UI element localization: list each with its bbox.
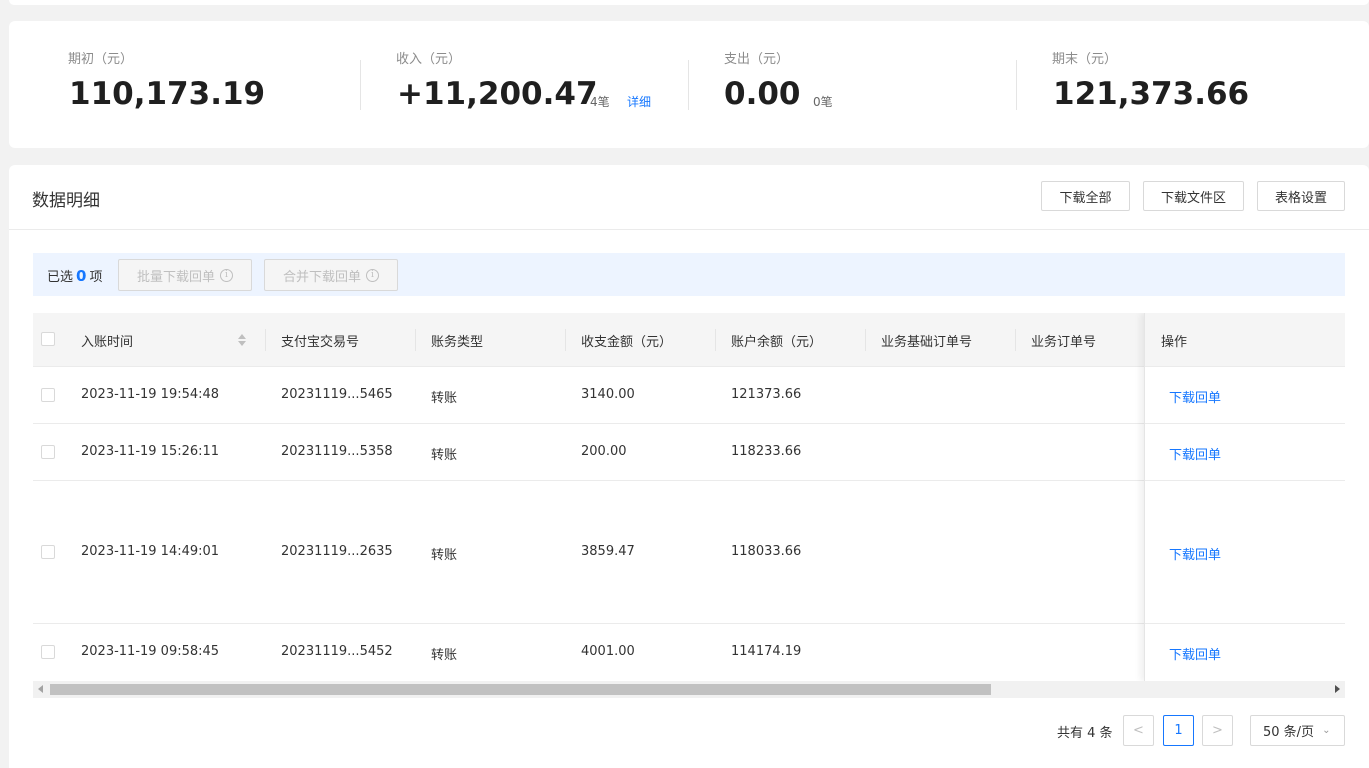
row-checkbox[interactable]	[41, 388, 55, 402]
scroll-right-icon[interactable]	[1335, 685, 1340, 693]
info-icon: i	[220, 268, 233, 282]
col-header-action: 操作	[1161, 335, 1188, 350]
data-table: 入账时间 支付宝交易号 账务类型 收支金额（元） 账户余额（元） 业务基础订单号…	[33, 313, 1345, 699]
next-page-button[interactable]: >	[1202, 715, 1233, 746]
cell-balance: 114174.19	[731, 644, 802, 659]
cell-type: 转账	[431, 391, 458, 406]
top-card-edge	[9, 0, 1369, 5]
col-separator	[565, 329, 566, 351]
cell-amount: 4001.00	[581, 644, 635, 659]
download-receipt-link[interactable]: 下载回单	[1169, 387, 1221, 406]
selection-summary: 已选 0 项	[47, 266, 102, 285]
stat-expense-label: 支出（元）	[724, 52, 790, 67]
cell-time: 2023-11-19 19:54:48	[81, 387, 220, 402]
stat-expense-value: 0.00	[724, 76, 801, 112]
income-detail-link[interactable]: 详细	[627, 93, 651, 110]
select-all-checkbox[interactable]	[41, 332, 55, 346]
cell-balance: 121373.66	[731, 387, 802, 402]
stat-income-value: +11,200.47	[397, 76, 598, 112]
merge-download-button[interactable]: 合并下载回单 i	[264, 259, 398, 291]
stat-expense-count: 0笔	[813, 95, 833, 109]
stat-divider	[360, 60, 361, 110]
scrollbar-thumb[interactable]	[50, 684, 991, 695]
selection-count: 0	[76, 267, 87, 285]
selection-prefix: 已选	[47, 270, 74, 285]
info-icon: i	[366, 268, 379, 282]
stat-divider	[688, 60, 689, 110]
summary-card: 期初（元） 110,173.19 收入（元） +11,200.47 4笔 详细 …	[9, 21, 1369, 148]
stat-opening-label: 期初（元）	[68, 52, 134, 67]
download-files-button[interactable]: 下载文件区	[1143, 181, 1244, 211]
stat-income-label: 收入（元）	[396, 52, 462, 67]
chevron-right-icon: >	[1212, 723, 1223, 738]
table-settings-button[interactable]: 表格设置	[1257, 181, 1345, 211]
cell-balance: 118033.66	[731, 544, 802, 559]
cell-trade-no: 20231119...5452	[281, 644, 393, 659]
cell-amount: 200.00	[581, 444, 627, 459]
row-checkbox[interactable]	[41, 445, 55, 459]
cell-balance: 118233.66	[731, 444, 802, 459]
table-row: 2023-11-19 14:49:01 20231119...2635 转账 3…	[33, 481, 1345, 624]
cell-trade-no: 20231119...5358	[281, 444, 393, 459]
col-separator	[715, 329, 716, 351]
selection-bar: 已选 0 项 批量下载回单 i 合并下载回单 i	[33, 253, 1345, 296]
col-separator	[865, 329, 866, 351]
row-checkbox[interactable]	[41, 645, 55, 659]
page-size-select[interactable]: 50 条/页 ⌄	[1250, 715, 1345, 746]
prev-page-button[interactable]: <	[1123, 715, 1154, 746]
col-header-base-order: 业务基础订单号	[881, 335, 973, 350]
col-separator	[415, 329, 416, 351]
chevron-down-icon: ⌄	[1322, 725, 1331, 736]
col-header-type: 账务类型	[431, 335, 484, 350]
col-separator	[265, 329, 266, 351]
page-button-current[interactable]: 1	[1163, 715, 1194, 746]
stat-closing-value: 121,373.66	[1053, 76, 1250, 112]
chevron-left-icon: <	[1133, 723, 1144, 738]
divider	[9, 229, 1369, 230]
table-row: 2023-11-19 15:26:11 20231119...5358 转账 2…	[33, 424, 1345, 481]
section-title: 数据明细	[32, 191, 100, 211]
cell-time: 2023-11-19 09:58:45	[81, 644, 220, 659]
col-header-time[interactable]: 入账时间	[81, 331, 133, 350]
cell-type: 转账	[431, 648, 458, 663]
cell-trade-no: 20231119...5465	[281, 387, 393, 402]
detail-card: 数据明细 下载全部 下载文件区 表格设置 已选 0 项 批量下载回单 i 合并下载回…	[9, 165, 1369, 768]
stat-income-count: 4笔	[590, 95, 610, 109]
table-header: 入账时间 支付宝交易号 账务类型 收支金额（元） 账户余额（元） 业务基础订单号…	[33, 313, 1345, 367]
pagination-total: 共有 4 条	[1057, 726, 1113, 741]
stat-divider	[1016, 60, 1017, 110]
table-row: 2023-11-19 09:58:45 20231119...5452 转账 4…	[33, 624, 1345, 681]
col-header-amount: 收支金额（元）	[581, 335, 673, 350]
selection-suffix: 项	[89, 270, 103, 285]
cell-time: 2023-11-19 15:26:11	[81, 444, 220, 459]
sort-icon[interactable]	[238, 333, 246, 347]
col-separator	[1015, 329, 1016, 351]
download-receipt-link[interactable]: 下载回单	[1169, 644, 1221, 663]
cell-trade-no: 20231119...2635	[281, 544, 393, 559]
row-checkbox[interactable]	[41, 545, 55, 559]
cell-type: 转账	[431, 448, 458, 463]
page-size-value: 50 条/页	[1263, 725, 1315, 740]
download-all-button[interactable]: 下载全部	[1041, 181, 1130, 211]
batch-download-button[interactable]: 批量下载回单 i	[118, 259, 252, 291]
cell-type: 转账	[431, 548, 458, 563]
stat-closing-label: 期末（元）	[1052, 52, 1118, 67]
cell-amount: 3859.47	[581, 544, 635, 559]
merge-download-label: 合并下载回单	[282, 269, 361, 285]
table-row: 2023-11-19 19:54:48 20231119...5465 转账 3…	[33, 367, 1345, 424]
download-receipt-link[interactable]: 下载回单	[1169, 444, 1221, 463]
col-header-trade-no: 支付宝交易号	[281, 335, 360, 350]
col-header-balance: 账户余额（元）	[731, 335, 823, 350]
batch-download-label: 批量下载回单	[136, 269, 215, 285]
horizontal-scrollbar[interactable]	[33, 681, 1345, 698]
stat-opening-value: 110,173.19	[69, 76, 266, 112]
scroll-left-icon[interactable]	[38, 685, 43, 693]
download-receipt-link[interactable]: 下载回单	[1169, 544, 1221, 563]
cell-amount: 3140.00	[581, 387, 635, 402]
cell-time: 2023-11-19 14:49:01	[81, 544, 220, 559]
col-header-order: 业务订单号	[1031, 335, 1097, 350]
